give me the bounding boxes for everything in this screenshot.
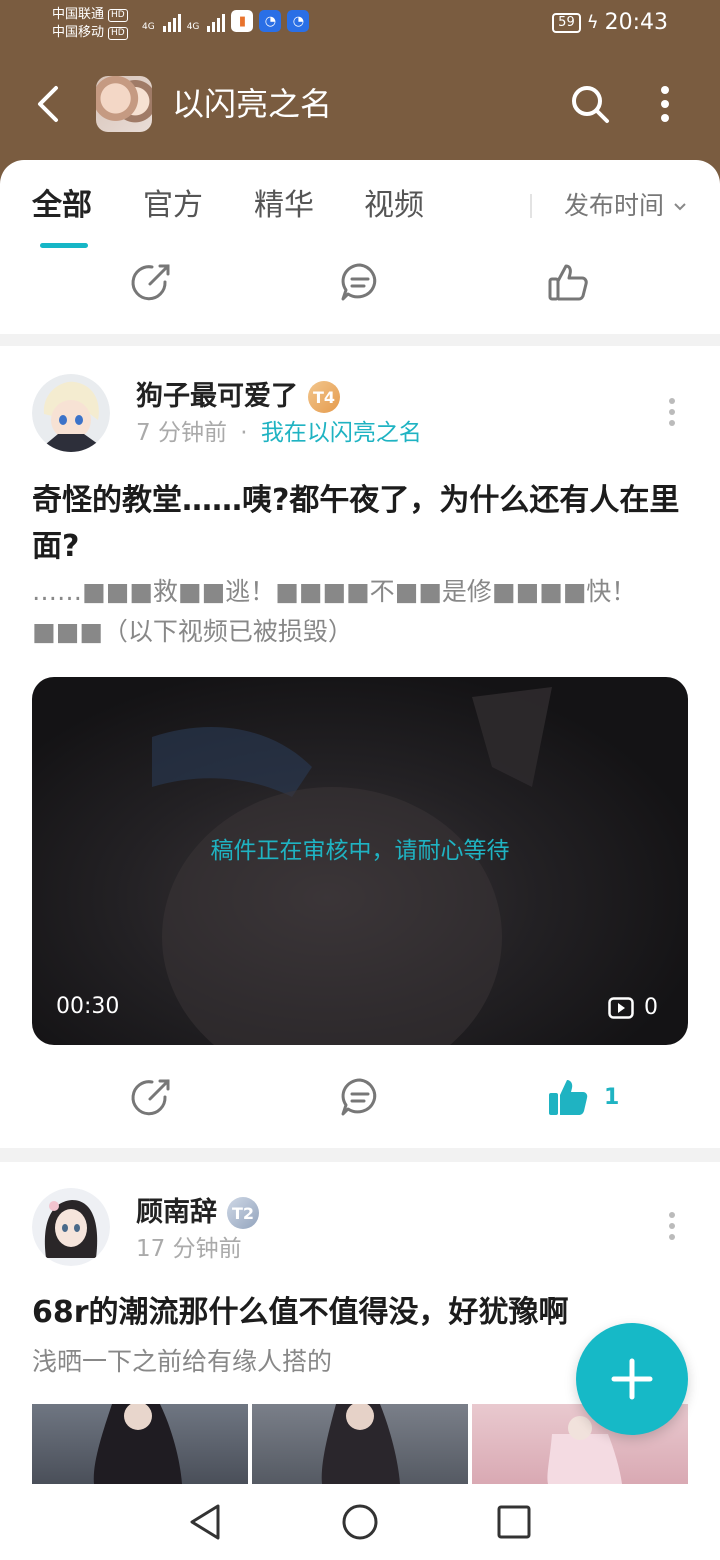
video-views: 0 — [608, 991, 658, 1025]
signal-indicators: 4G 4G ▮ ◔ ◔ — [142, 10, 310, 32]
share-icon — [131, 1079, 170, 1116]
level-badge: T4 — [308, 381, 340, 413]
nav-home-icon — [342, 1504, 378, 1540]
like-button[interactable]: 1 — [546, 1075, 619, 1119]
tab-official[interactable]: 官方 — [143, 184, 203, 228]
more-button[interactable] — [650, 82, 680, 126]
bulb-app-icon: ◔ — [259, 10, 282, 32]
nav-back-button[interactable] — [186, 1502, 226, 1546]
sort-label: 发布时间 — [564, 191, 665, 220]
network-type-1: 4G — [142, 22, 155, 32]
image-thumbnail — [321, 1404, 400, 1484]
comment-icon — [341, 1078, 377, 1116]
page-title: 以闪亮之名 — [172, 85, 333, 123]
post-more-button[interactable] — [662, 1206, 682, 1246]
post-excerpt[interactable]: ……■■■救■■逃！■■■■不■■是修■■■■快！■■■（以下视频已被损毁） — [32, 572, 692, 652]
book-app-icon: ▮ — [231, 10, 254, 32]
video-player[interactable]: 稿件正在审核中，请耐心等待 00:30 0 — [32, 677, 688, 1045]
clock: 20:43 — [604, 10, 668, 35]
comment-button[interactable] — [338, 1075, 382, 1119]
post-meta: 17 分钟前 — [136, 1234, 242, 1264]
battery-icon: 59 — [552, 12, 581, 33]
image-thumbnail — [93, 1404, 182, 1484]
more-vertical-icon — [661, 86, 669, 122]
tab-video[interactable]: 视频 — [364, 184, 424, 228]
tab-featured[interactable]: 精华 — [254, 184, 314, 228]
post-meta: 7 分钟前 · 我在以闪亮之名 — [136, 418, 422, 448]
post-image[interactable] — [32, 1404, 248, 1484]
signal-icon — [207, 10, 226, 32]
post-time: 17 分钟前 — [136, 1236, 242, 1262]
comment-icon — [341, 263, 377, 301]
bulb-app-icon: ◔ — [287, 10, 310, 32]
avatar[interactable] — [32, 374, 110, 452]
play-count-icon — [608, 997, 634, 1019]
more-vertical-icon — [669, 398, 675, 426]
like-button[interactable] — [546, 260, 590, 304]
video-duration: 00:30 — [56, 994, 120, 1019]
nav-recent-icon — [497, 1505, 531, 1539]
search-icon — [572, 86, 609, 123]
back-button[interactable] — [28, 80, 68, 128]
tab-indicator — [40, 243, 88, 248]
network-type-2: 4G — [186, 22, 200, 32]
username[interactable]: 狗子最可爱了 — [136, 380, 298, 414]
divider — [530, 194, 532, 218]
search-button[interactable] — [568, 82, 612, 126]
share-icon — [131, 264, 170, 301]
level-badge: T2 — [227, 1197, 259, 1229]
username[interactable]: 顾南辞 — [136, 1196, 217, 1230]
back-arrow-icon — [38, 86, 58, 122]
post-author: 顾南辞 T2 — [136, 1196, 259, 1230]
signal-icon — [162, 10, 181, 32]
chevron-down-icon — [674, 203, 686, 211]
like-count: 1 — [604, 1084, 620, 1110]
tab-all[interactable]: 全部 — [32, 184, 92, 228]
meta-separator: · — [240, 420, 248, 446]
review-notice: 稿件正在审核中，请耐心等待 — [210, 838, 510, 864]
hd-badge: HD — [108, 8, 128, 22]
thumb-up-icon — [549, 1080, 588, 1115]
post-title[interactable]: 奇怪的教堂……咦?都午夜了，为什么还有人在里面? — [32, 478, 692, 570]
post-time: 7 分钟前 — [136, 420, 227, 446]
carrier-1: 中国联通 — [52, 7, 105, 22]
carrier-2: 中国移动 — [52, 25, 105, 40]
hd-badge: HD — [108, 26, 128, 40]
post-more-button[interactable] — [662, 392, 682, 432]
post-author: 狗子最可爱了 T4 — [136, 380, 340, 414]
avatar-image — [32, 374, 110, 452]
community-link[interactable]: 我在以闪亮之名 — [261, 420, 422, 446]
more-vertical-icon — [669, 1212, 675, 1240]
comment-button[interactable] — [338, 260, 382, 304]
avatar-image — [32, 1188, 110, 1266]
game-icon[interactable] — [96, 76, 152, 132]
view-count: 0 — [644, 995, 658, 1020]
post-image[interactable] — [252, 1404, 468, 1484]
share-button[interactable] — [130, 1075, 174, 1119]
share-button[interactable] — [130, 260, 174, 304]
thumb-up-icon — [548, 264, 588, 301]
post-title[interactable]: 68r的潮流那什么值不值得没，好犹豫啊 — [32, 1290, 692, 1336]
sort-dropdown[interactable]: 发布时间 — [564, 186, 688, 226]
create-post-button[interactable] — [576, 1323, 688, 1435]
nav-home-button[interactable] — [340, 1502, 380, 1546]
avatar[interactable] — [32, 1188, 110, 1266]
charging-icon: ϟ — [586, 12, 599, 33]
system-nav-bar — [0, 1484, 720, 1560]
nav-recent-button[interactable] — [494, 1502, 534, 1546]
status-right: 59 ϟ 20:43 — [552, 10, 668, 35]
plus-icon — [611, 1358, 653, 1400]
nav-back-icon — [190, 1504, 220, 1540]
